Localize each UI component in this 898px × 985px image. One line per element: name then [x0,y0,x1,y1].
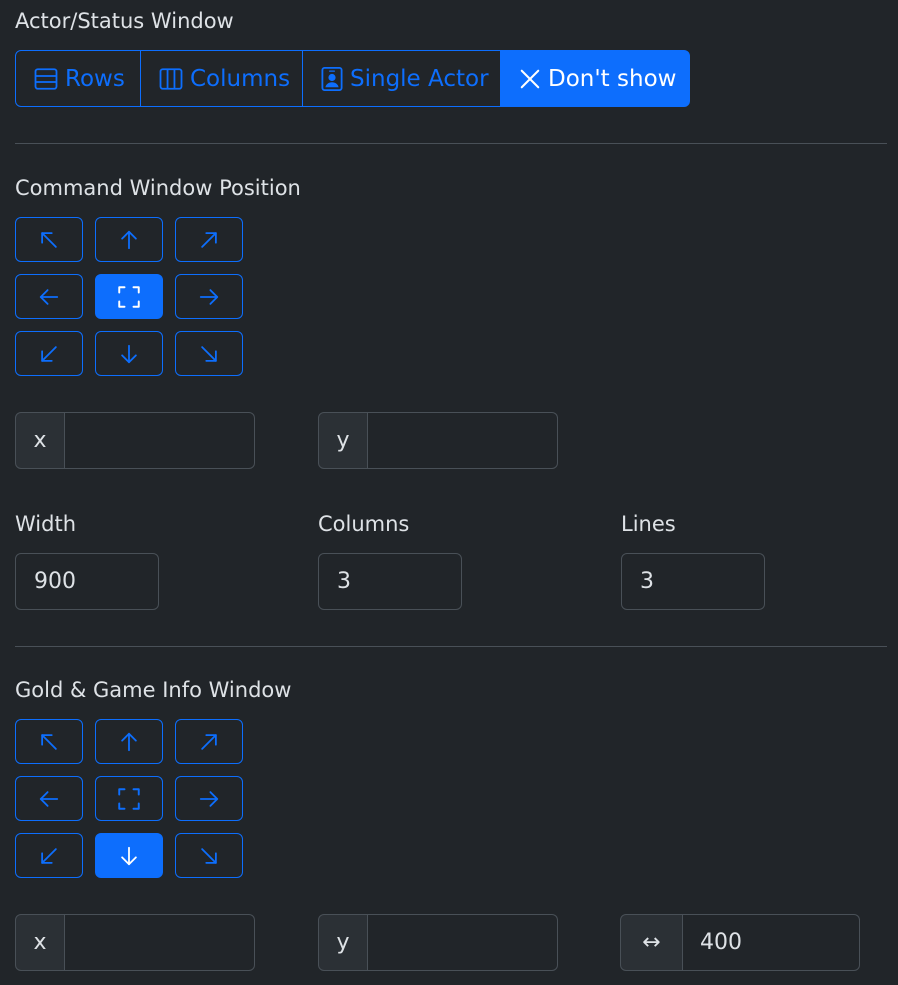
command-y-input[interactable] [368,412,558,469]
command-window-title: Command Window Position [15,176,301,200]
arrow-up-left-icon [41,733,57,750]
arrow-right-icon [199,790,219,807]
section-divider [15,143,887,144]
horizontal-arrows-icon: ↔ [620,914,683,971]
actor-status-title: Actor/Status Window [15,9,234,33]
arrow-up-icon [121,732,137,751]
single-actor-button-label: Single Actor [350,65,489,92]
arrow-right-icon [199,288,219,305]
command-pos-top-right-button[interactable] [175,217,243,262]
gold-y-input-group: y [318,914,558,971]
command-pos-top-button[interactable] [95,217,163,262]
gold-pos-center-button[interactable] [95,776,163,821]
gold-pos-top-left-button[interactable] [15,719,83,764]
single-actor-button[interactable]: Single Actor [302,50,501,107]
actor-status-button-group: Rows Columns Single Actor Don't show [15,50,690,107]
rows-button[interactable]: Rows [15,50,141,107]
arrow-down-left-icon [41,345,57,362]
gold-pos-right-button[interactable] [175,776,243,821]
gold-pos-left-button[interactable] [15,776,83,821]
command-width-input[interactable] [15,553,159,610]
command-pos-center-button[interactable] [95,274,163,319]
command-x-label: x [15,412,65,469]
gold-pos-bottom-right-button[interactable] [175,833,243,878]
command-pos-bottom-right-button[interactable] [175,331,243,376]
columns-button-label: Columns [190,65,291,92]
arrow-up-icon [121,230,137,249]
columns-button[interactable]: Columns [140,50,303,107]
gold-y-input[interactable] [368,914,558,971]
arrow-up-left-icon [41,231,57,248]
command-x-input-group: x [15,412,255,469]
command-y-input-group: y [318,412,558,469]
gold-x-input-group: x [15,914,255,971]
command-width-label: Width [15,512,77,536]
arrow-up-right-icon [201,733,217,750]
command-pos-bottom-left-button[interactable] [15,331,83,376]
dont-show-button[interactable]: Don't show [500,50,690,107]
gold-x-input[interactable] [65,914,255,971]
command-columns-input[interactable] [318,553,462,610]
arrow-down-right-icon [201,847,217,864]
fullscreen-icon [118,787,140,810]
columns-icon [159,67,183,90]
x-icon [520,69,540,88]
command-pos-right-button[interactable] [175,274,243,319]
arrow-down-right-icon [201,345,217,362]
arrow-down-icon [121,344,137,363]
gold-pos-bottom-button[interactable] [95,833,163,878]
command-lines-label: Lines [621,512,676,536]
gold-x-label: x [15,914,65,971]
section-divider [15,646,887,647]
gold-width-input-group: ↔ [620,914,860,971]
arrow-left-icon [39,790,59,807]
gold-pos-bottom-left-button[interactable] [15,833,83,878]
dont-show-button-label: Don't show [548,65,677,92]
rows-button-label: Rows [65,65,125,92]
arrow-down-icon [121,846,137,865]
gold-width-input[interactable] [683,914,860,971]
person-badge-icon [321,66,343,91]
command-pos-left-button[interactable] [15,274,83,319]
command-x-input[interactable] [65,412,255,469]
gold-window-title: Gold & Game Info Window [15,678,292,702]
gold-pos-top-right-button[interactable] [175,719,243,764]
arrow-left-icon [39,288,59,305]
command-lines-input[interactable] [621,553,765,610]
gold-y-label: y [318,914,368,971]
rows-icon [34,67,58,90]
gold-pos-top-button[interactable] [95,719,163,764]
command-y-label: y [318,412,368,469]
arrow-up-right-icon [201,231,217,248]
command-pos-bottom-button[interactable] [95,331,163,376]
command-pos-top-left-button[interactable] [15,217,83,262]
fullscreen-icon [118,285,140,308]
arrow-down-left-icon [41,847,57,864]
command-columns-label: Columns [318,512,410,536]
